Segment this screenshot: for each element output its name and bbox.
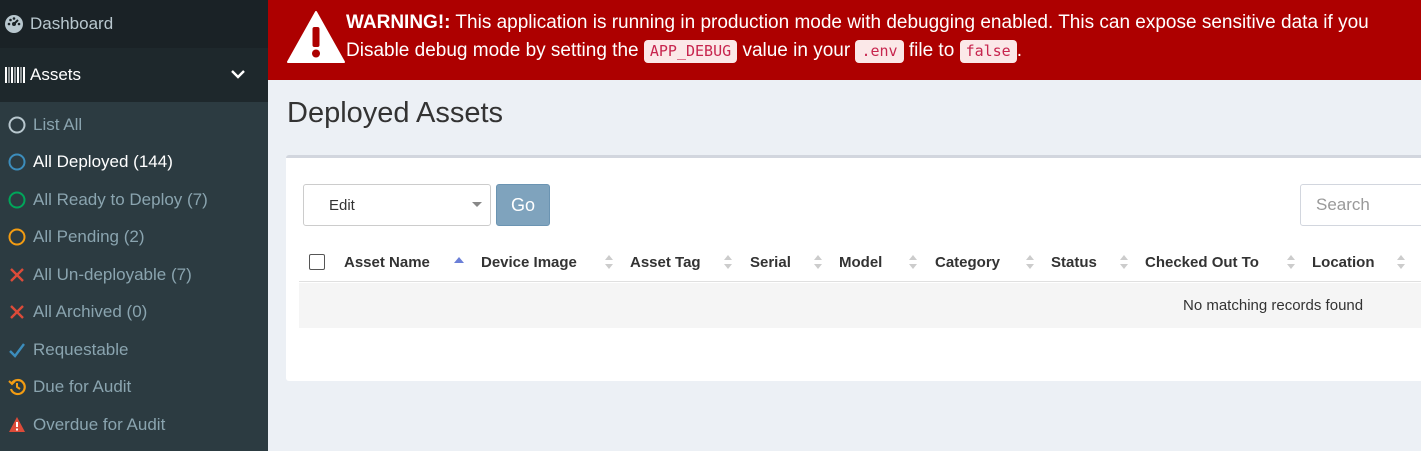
sidebar-item-assets[interactable]: Assets — [0, 48, 268, 102]
sidebar-item-ready-to-deploy[interactable]: All Ready to Deploy (7) — [0, 181, 268, 219]
sort-icon[interactable] — [1286, 254, 1296, 270]
column-header-category[interactable]: Category — [935, 242, 1000, 282]
column-header-asset-name[interactable]: Asset Name — [344, 242, 430, 282]
warning-text: value in your — [742, 40, 851, 61]
search-input[interactable] — [1300, 184, 1421, 226]
barcode-icon — [4, 66, 26, 84]
chevron-down-icon[interactable] — [230, 66, 246, 82]
warning-line-1: WARNING!: This application is running in… — [346, 10, 1369, 36]
sort-icon[interactable] — [1025, 254, 1035, 270]
x-icon — [8, 303, 26, 321]
sort-icon[interactable] — [908, 254, 918, 270]
empty-table-message: No matching records found — [1183, 297, 1364, 314]
circle-outline-icon — [8, 116, 26, 134]
sidebar-item-label: All Pending (2) — [33, 227, 145, 247]
sort-icon[interactable] — [604, 254, 614, 270]
sidebar-item-label: Requestable — [33, 339, 129, 359]
dashboard-icon — [4, 14, 24, 34]
sidebar-item-requestable[interactable]: Requestable — [0, 331, 268, 369]
circle-outline-icon — [8, 153, 26, 171]
code-false: false — [959, 40, 1017, 63]
sidebar-item-all-deployed[interactable]: All Deployed (144) — [0, 144, 268, 182]
table-header: Asset Name Device Image Asset Tag Serial… — [299, 242, 1421, 282]
column-header-status[interactable]: Status — [1051, 242, 1097, 282]
assets-table-box: Edit Go Asset Name Device Image Asset Ta… — [286, 155, 1421, 381]
x-icon — [8, 266, 26, 284]
column-header-model[interactable]: Model — [839, 242, 882, 282]
assets-submenu: List All All Deployed (144) All Ready to… — [0, 102, 268, 451]
warning-text: file to — [908, 40, 955, 61]
warning-line-2: Disable debug mode by setting the APP_DE… — [346, 38, 1022, 64]
sidebar-item-label: All Ready to Deploy (7) — [33, 189, 208, 209]
sidebar-item-label: All Un-deployable (7) — [33, 264, 192, 284]
select-all-checkbox[interactable] — [309, 254, 325, 270]
sidebar-item-label: List All — [33, 114, 83, 134]
column-header-serial[interactable]: Serial — [750, 242, 791, 282]
bulk-action-select[interactable]: Edit — [303, 184, 491, 226]
sidebar-item-undeployable[interactable]: All Un-deployable (7) — [0, 256, 268, 294]
warning-text: . — [1016, 40, 1022, 61]
sort-asc-icon[interactable] — [454, 254, 464, 270]
circle-outline-icon — [8, 228, 26, 246]
sidebar-item-list-all[interactable]: List All — [0, 106, 268, 144]
warning-icon — [287, 11, 345, 63]
sidebar-item-pending[interactable]: All Pending (2) — [0, 219, 268, 257]
sort-icon[interactable] — [813, 254, 823, 270]
debug-warning-banner: WARNING!: This application is running in… — [268, 0, 1421, 80]
check-icon — [8, 341, 26, 359]
history-icon — [8, 378, 26, 396]
sidebar-item-label: Due for Audit — [33, 377, 132, 397]
sidebar-item-dashboard[interactable]: Dashboard — [0, 0, 268, 48]
warning-text: Disable debug mode by setting the — [346, 40, 639, 61]
sort-icon[interactable] — [1396, 254, 1406, 270]
page-title: Deployed Assets — [287, 97, 504, 129]
warning-icon — [8, 416, 26, 434]
sidebar-item-overdue-for-audit[interactable]: Overdue for Audit — [0, 406, 268, 444]
go-button[interactable]: Go — [496, 184, 550, 226]
column-header-asset-tag[interactable]: Asset Tag — [630, 242, 701, 282]
circle-outline-icon — [8, 191, 26, 209]
sidebar-item-label: All Archived (0) — [33, 302, 148, 322]
sidebar-item-label: Assets — [30, 65, 82, 84]
column-header-location[interactable]: Location — [1312, 242, 1375, 282]
sidebar-item-label: All Deployed (144) — [33, 152, 173, 172]
warning-heading: WARNING!: — [346, 12, 451, 33]
code-app-debug: APP_DEBUG — [643, 40, 738, 63]
sidebar: Dashboard Assets List All All Deployed (… — [0, 0, 268, 451]
sort-icon[interactable] — [1119, 254, 1129, 270]
warning-text: This application is running in productio… — [455, 12, 1369, 33]
sidebar-item-label: Overdue for Audit — [33, 414, 166, 434]
column-header-device-image[interactable]: Device Image — [481, 242, 577, 282]
caret-down-icon — [472, 202, 482, 207]
column-header-checked-out-to[interactable]: Checked Out To — [1145, 242, 1259, 282]
sidebar-item-archived[interactable]: All Archived (0) — [0, 294, 268, 332]
sidebar-item-due-for-audit[interactable]: Due for Audit — [0, 369, 268, 407]
bulk-action-value: Edit — [329, 196, 355, 214]
code-env-file: .env — [855, 40, 904, 63]
sidebar-item-label: Dashboard — [30, 14, 114, 33]
sort-icon[interactable] — [723, 254, 733, 270]
table-row: No matching records found — [299, 283, 1421, 328]
